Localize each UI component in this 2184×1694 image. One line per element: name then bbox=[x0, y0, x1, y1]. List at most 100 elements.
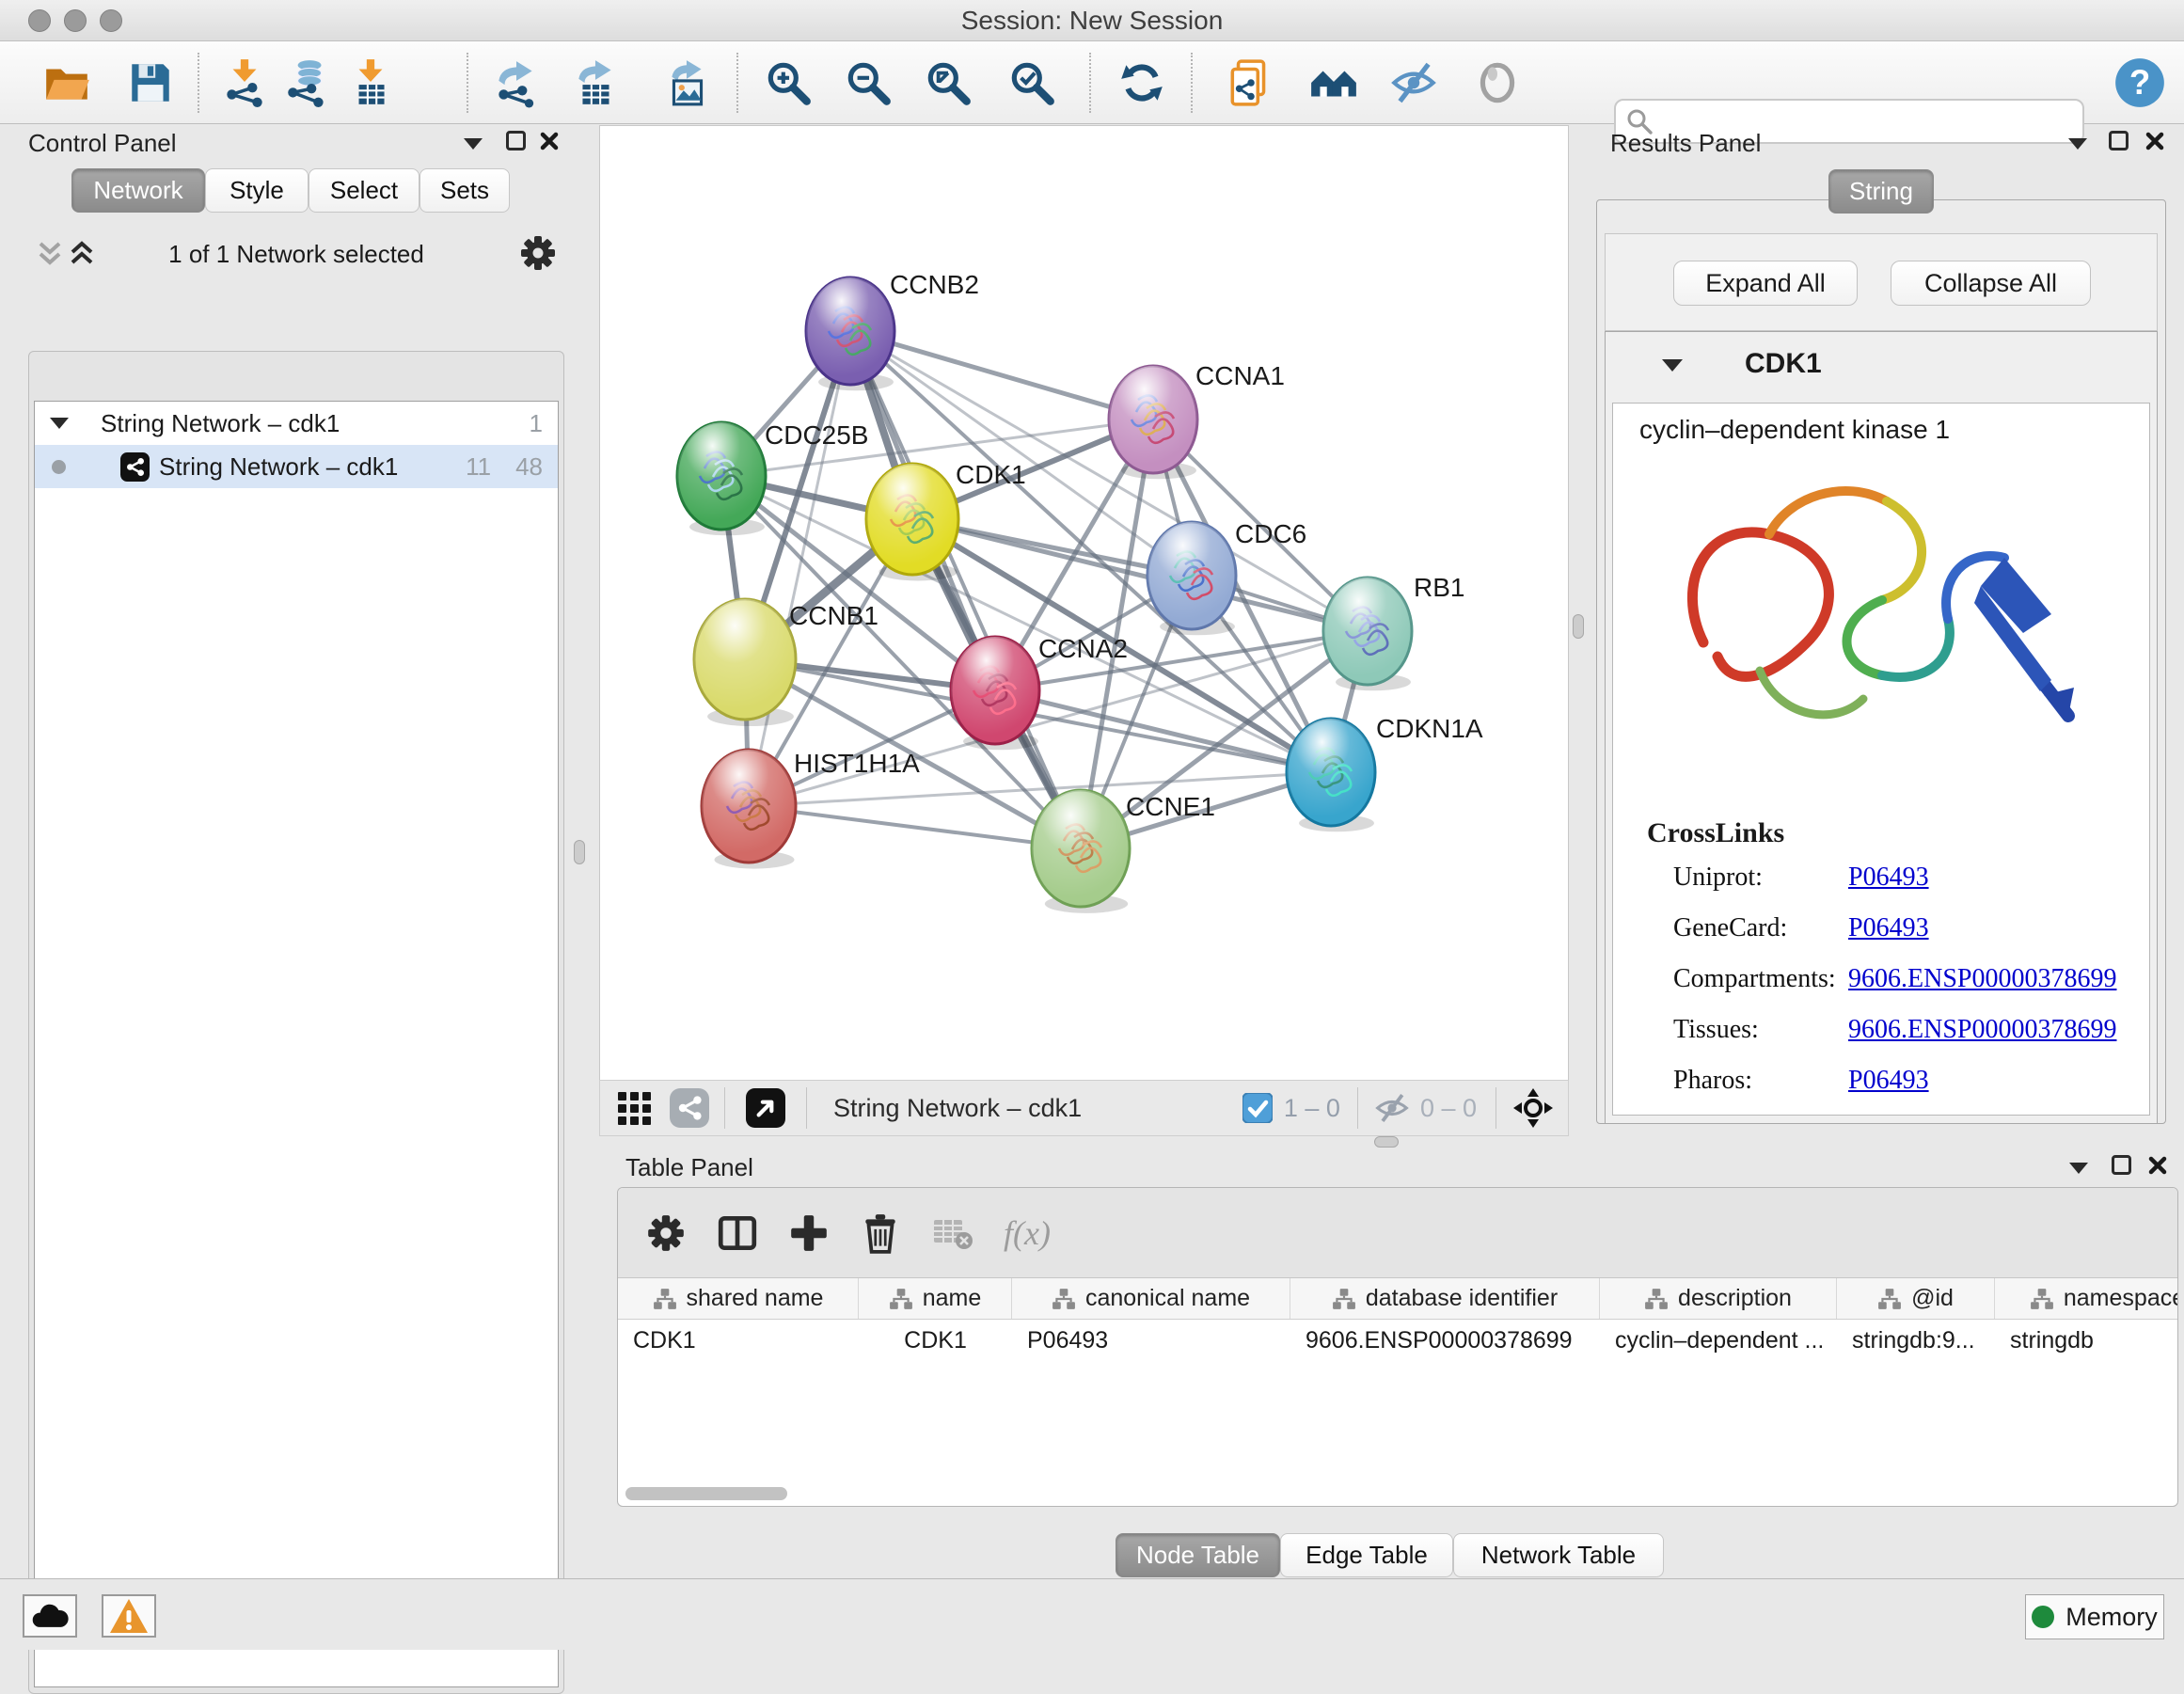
export-table-button[interactable] bbox=[569, 55, 624, 110]
horizontal-scrollbar[interactable] bbox=[625, 1487, 787, 1500]
collapse-all-button[interactable]: Collapse All bbox=[1891, 261, 2091, 306]
network-options-gear-icon[interactable] bbox=[517, 232, 559, 274]
hide-selected-button[interactable] bbox=[1386, 55, 1441, 110]
import-table-button[interactable] bbox=[343, 55, 398, 110]
crosslink-value[interactable]: P06493 bbox=[1848, 913, 1929, 943]
network-node-CCNB1[interactable] bbox=[694, 599, 796, 726]
hierarchy-icon bbox=[1877, 1288, 1902, 1310]
show-hidden-button[interactable] bbox=[1470, 55, 1525, 110]
network-node-CCNB2[interactable] bbox=[806, 277, 894, 390]
column-header-2[interactable]: canonical name bbox=[1012, 1278, 1290, 1319]
column-header-label: namespace bbox=[2064, 1285, 2177, 1312]
open-session-button[interactable] bbox=[40, 55, 94, 110]
table-cell-2[interactable]: P06493 bbox=[1012, 1320, 1290, 1361]
column-header-1[interactable]: name bbox=[859, 1278, 1012, 1319]
float-panel-icon[interactable] bbox=[2112, 1155, 2131, 1175]
crosslink-value[interactable]: 9606.ENSP00000378699 bbox=[1848, 964, 2116, 994]
table-cell-5[interactable]: stringdb:9... bbox=[1837, 1320, 1995, 1361]
tab-network-label: Network bbox=[93, 176, 182, 205]
collapse-panel-icon[interactable] bbox=[2065, 135, 2090, 151]
save-session-button[interactable] bbox=[123, 55, 178, 110]
table-cell-1[interactable]: CDK1 bbox=[859, 1320, 1012, 1361]
warning-button[interactable] bbox=[102, 1594, 156, 1638]
create-column-icon[interactable] bbox=[787, 1211, 831, 1255]
zoom-in-button[interactable] bbox=[761, 55, 815, 110]
tab-node-table[interactable]: Node Table bbox=[1116, 1533, 1280, 1577]
tab-string[interactable]: String bbox=[1828, 169, 1934, 214]
crosslink-value[interactable]: P06493 bbox=[1848, 863, 1929, 893]
float-panel-icon[interactable] bbox=[2109, 131, 2129, 150]
crosslink-value[interactable]: P06493 bbox=[1848, 1066, 1929, 1096]
zoom-out-icon bbox=[843, 57, 894, 108]
network-node-CCNA1[interactable] bbox=[1109, 366, 1197, 479]
cell-value: CDK1 bbox=[904, 1327, 967, 1354]
collapse-panel-icon[interactable] bbox=[2066, 1159, 2091, 1176]
cloud-button[interactable] bbox=[23, 1594, 77, 1638]
table-toolbar: f(x) bbox=[618, 1188, 2177, 1278]
tab-network-table[interactable]: Network Table bbox=[1453, 1533, 1664, 1577]
network-node-CDKN1A[interactable] bbox=[1287, 719, 1375, 831]
float-panel-icon[interactable] bbox=[506, 131, 526, 150]
close-panel-icon[interactable] bbox=[2144, 131, 2165, 151]
show-columns-icon[interactable] bbox=[716, 1211, 759, 1255]
close-panel-icon[interactable] bbox=[2147, 1155, 2168, 1176]
expand-all-button[interactable]: Expand All bbox=[1673, 261, 1858, 306]
zoom-selected-button[interactable] bbox=[1005, 55, 1059, 110]
tab-sets[interactable]: Sets bbox=[419, 168, 510, 213]
network-label: String Network – cdk1 bbox=[159, 452, 398, 482]
column-header-3[interactable]: database identifier bbox=[1290, 1278, 1600, 1319]
right-splitter-handle[interactable] bbox=[1573, 614, 1584, 639]
collapse-all-networks-icon[interactable] bbox=[36, 238, 64, 268]
column-header-6[interactable]: namespace bbox=[1995, 1278, 2177, 1319]
toolbar-separator bbox=[806, 1087, 807, 1129]
table-cell-3[interactable]: 9606.ENSP00000378699 bbox=[1290, 1320, 1600, 1361]
network-graph[interactable]: CCNB2CCNA1CDC25BCDK1CDC6RB1CCNB1CCNA2CDK… bbox=[600, 126, 1568, 1079]
zoom-out-button[interactable] bbox=[841, 55, 895, 110]
memory-button[interactable]: Memory bbox=[2025, 1594, 2164, 1639]
hidden-eye-icon[interactable] bbox=[1373, 1091, 1411, 1125]
collection-expand-icon[interactable] bbox=[48, 416, 71, 431]
table-cell-4[interactable]: cyclin–dependent ... bbox=[1600, 1320, 1837, 1361]
network-canvas[interactable]: CCNB2CCNA1CDC25BCDK1CDC6RB1CCNB1CCNA2CDK… bbox=[599, 125, 1569, 1080]
table-cell-6[interactable]: stringdb bbox=[1995, 1320, 2177, 1361]
table-gear-icon[interactable] bbox=[644, 1211, 688, 1255]
tab-select[interactable]: Select bbox=[309, 168, 419, 213]
network-node-RB1[interactable] bbox=[1323, 578, 1412, 690]
apply-layout-button[interactable] bbox=[1115, 55, 1169, 110]
help-button[interactable]: ? bbox=[2113, 55, 2167, 110]
first-neighbors-button[interactable] bbox=[1306, 55, 1361, 110]
column-header-0[interactable]: shared name bbox=[618, 1278, 859, 1319]
network-node-CDC25B[interactable] bbox=[677, 422, 766, 535]
network-row-selected[interactable]: String Network – cdk1 11 48 bbox=[35, 445, 558, 488]
center-view-crosshair-icon[interactable] bbox=[1511, 1086, 1555, 1130]
birdseye-view-button[interactable] bbox=[746, 1088, 785, 1128]
import-network-database-button[interactable] bbox=[280, 55, 335, 110]
network-collection-row[interactable]: String Network – cdk1 1 bbox=[35, 402, 558, 445]
close-panel-icon[interactable] bbox=[539, 131, 560, 151]
delete-column-trash-icon[interactable] bbox=[859, 1211, 902, 1255]
table-cell-0[interactable]: CDK1 bbox=[618, 1320, 859, 1361]
node-label-CCNA2: CCNA2 bbox=[1038, 634, 1128, 663]
import-network-file-button[interactable] bbox=[217, 55, 272, 110]
table-row[interactable]: CDK1 CDK1 P064939606.ENSP00000378699cyclin… bbox=[618, 1320, 2177, 1361]
selected-checkbox[interactable] bbox=[1242, 1093, 1273, 1123]
crosslink-value[interactable]: 9606.ENSP00000378699 bbox=[1848, 1015, 2116, 1045]
expand-all-networks-icon[interactable] bbox=[68, 238, 96, 268]
tab-edge-table[interactable]: Edge Table bbox=[1280, 1533, 1453, 1577]
left-splitter-handle[interactable] bbox=[574, 840, 585, 864]
svg-text:?: ? bbox=[2129, 63, 2150, 102]
export-image-button[interactable] bbox=[660, 55, 715, 110]
new-network-from-selection-button[interactable] bbox=[1223, 55, 1277, 110]
grid-view-icon[interactable] bbox=[615, 1089, 653, 1127]
tab-network[interactable]: Network bbox=[71, 168, 205, 213]
network-node-HIST1H1A[interactable] bbox=[702, 750, 796, 869]
column-header-4[interactable]: description bbox=[1600, 1278, 1837, 1319]
network-node-CCNA2[interactable] bbox=[951, 637, 1039, 750]
protein-collapse-icon[interactable] bbox=[1659, 356, 1685, 374]
column-header-5[interactable]: @id bbox=[1837, 1278, 1995, 1319]
zoom-fit-button[interactable] bbox=[921, 55, 975, 110]
collapse-panel-icon[interactable] bbox=[461, 135, 485, 151]
export-network-button[interactable] bbox=[489, 55, 544, 110]
network-node-CCNE1[interactable] bbox=[1032, 790, 1130, 913]
tab-style[interactable]: Style bbox=[205, 168, 309, 213]
